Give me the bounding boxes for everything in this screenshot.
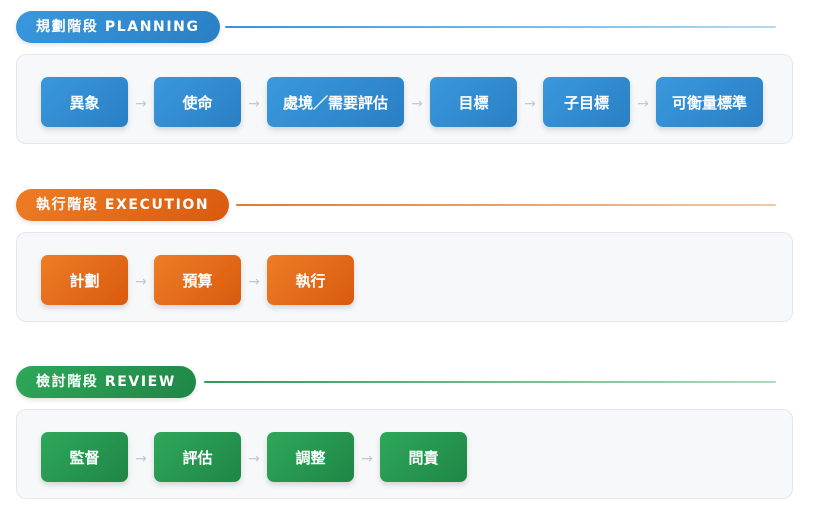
- step-box: 計劃: [41, 255, 128, 305]
- step-box: 執行: [267, 255, 354, 305]
- stage-header: 規劃階段 PLANNING: [16, 11, 793, 43]
- step-box: 監督: [41, 432, 128, 482]
- arrow-right-icon: →: [248, 274, 260, 290]
- stage-title: 規劃階段 PLANNING: [16, 11, 220, 43]
- stage-rule: [236, 204, 776, 206]
- arrow-right-icon: →: [524, 96, 536, 112]
- stage-title: 檢討階段 REVIEW: [16, 366, 196, 398]
- stage-header: 執行階段 EXECUTION: [16, 189, 793, 221]
- step-box: 異象: [41, 77, 128, 127]
- step-box: 可衡量標準: [656, 77, 764, 127]
- step-box: 使命: [154, 77, 241, 127]
- step-box: 處境／需要評估: [267, 77, 405, 127]
- step-box: 問責: [380, 432, 467, 482]
- step-row: 監督 → 評估 → 調整 → 問責: [41, 430, 467, 484]
- arrow-right-icon: →: [135, 96, 147, 112]
- stage-panel: 計劃 → 預算 → 執行: [16, 232, 793, 322]
- step-row: 異象 → 使命 → 處境／需要評估 → 目標 → 子目標 → 可衡量標準: [41, 75, 764, 129]
- stage-header: 檢討階段 REVIEW: [16, 366, 793, 398]
- step-box: 預算: [154, 255, 241, 305]
- arrow-right-icon: →: [248, 96, 260, 112]
- stage-title: 執行階段 EXECUTION: [16, 189, 230, 221]
- step-box: 目標: [430, 77, 518, 127]
- stage-rule: [225, 26, 776, 28]
- stage-review: 檢討階段 REVIEW 監督 → 評估 → 調整 → 問責: [16, 366, 793, 499]
- step-box: 子目標: [543, 77, 631, 127]
- stage-execution: 執行階段 EXECUTION 計劃 → 預算 → 執行: [16, 189, 793, 322]
- arrow-right-icon: →: [135, 274, 147, 290]
- arrow-right-icon: →: [248, 451, 260, 467]
- arrow-right-icon: →: [135, 451, 147, 467]
- arrow-right-icon: →: [637, 96, 649, 112]
- arrow-right-icon: →: [361, 451, 373, 467]
- step-row: 計劃 → 預算 → 執行: [41, 253, 354, 307]
- stage-panel: 監督 → 評估 → 調整 → 問責: [16, 409, 793, 499]
- process-diagram: 規劃階段 PLANNING 異象 → 使命 → 處境／需要評估 → 目標 → 子…: [0, 0, 822, 516]
- stage-rule: [204, 381, 776, 383]
- step-box: 評估: [154, 432, 241, 482]
- arrow-right-icon: →: [411, 96, 423, 112]
- stage-panel: 異象 → 使命 → 處境／需要評估 → 目標 → 子目標 → 可衡量標準: [16, 54, 793, 144]
- step-box: 調整: [267, 432, 354, 482]
- stage-planning: 規劃階段 PLANNING 異象 → 使命 → 處境／需要評估 → 目標 → 子…: [16, 11, 793, 144]
